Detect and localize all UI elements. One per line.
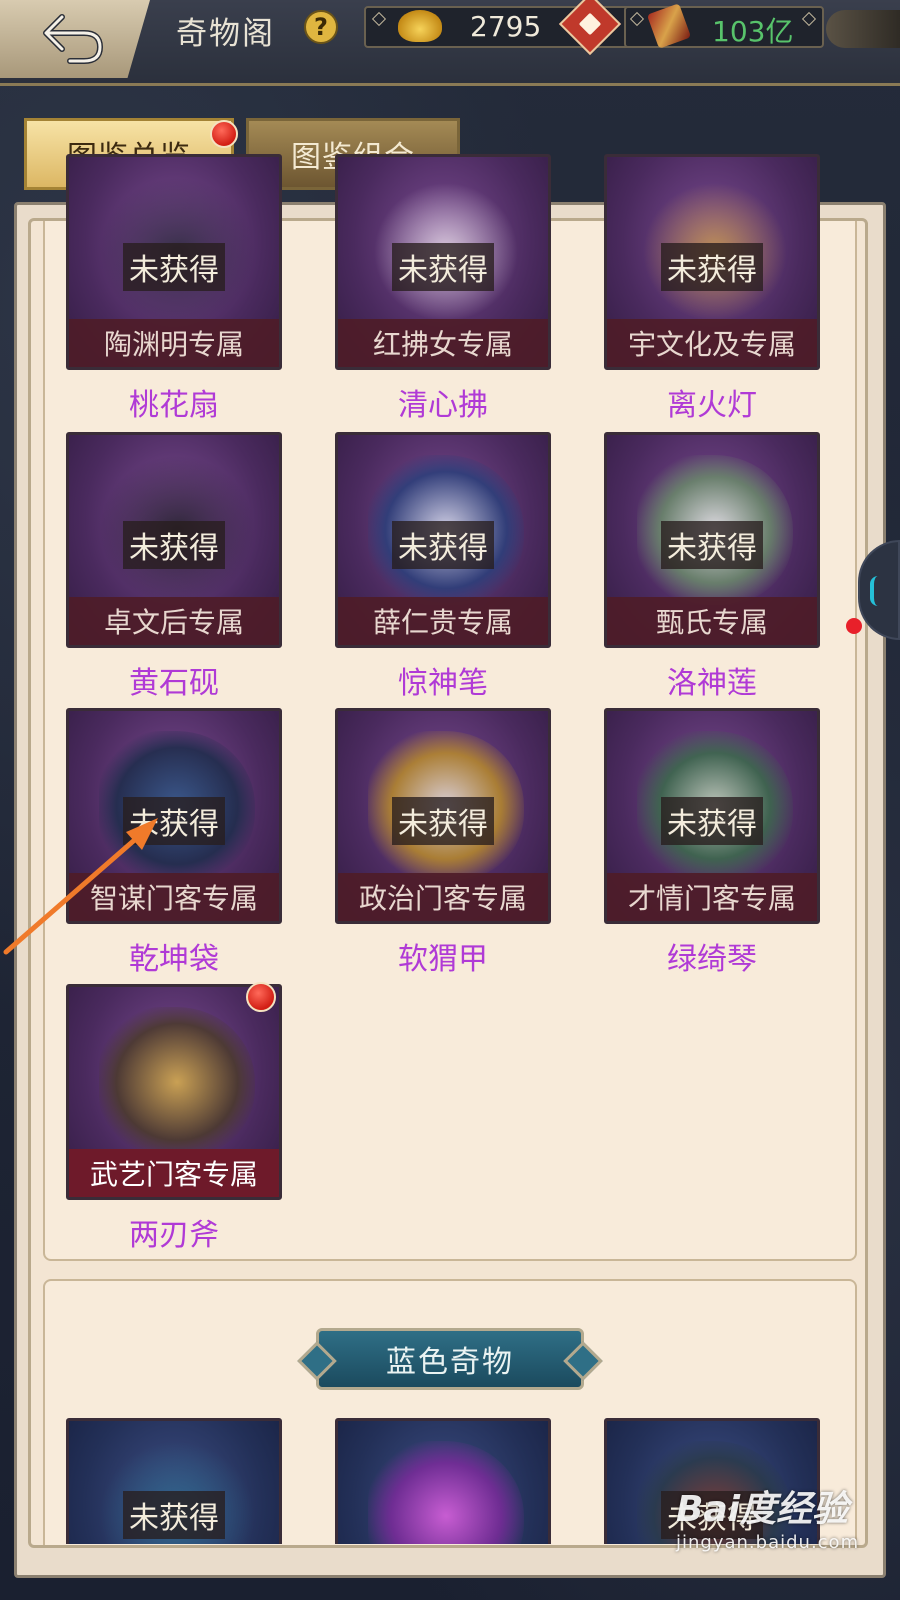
notification-badge: [210, 120, 238, 148]
item-status-label: 未获得: [661, 521, 763, 569]
item-status-label: 未获得: [123, 1491, 225, 1539]
item-card[interactable]: 未获得 宇文化及专属: [604, 154, 820, 370]
item-status-label: 未获得: [661, 797, 763, 845]
item-status-label: 未获得: [392, 243, 494, 291]
item-status-label: 未获得: [392, 521, 494, 569]
watermark-url: jingyan.baidu.com: [676, 1532, 860, 1553]
item-card[interactable]: 未获得 卓文后专属: [66, 432, 282, 648]
item-name: 洛神莲: [667, 666, 757, 701]
watermark-brand: Bai度经验: [676, 1489, 849, 1530]
item-name: 清心拂: [398, 388, 488, 423]
item-owner-label: 卓文后专属: [69, 597, 279, 645]
item-name: 黄石砚: [129, 666, 219, 701]
item-owner-label: 政治门客专属: [338, 873, 548, 921]
back-button[interactable]: [0, 0, 150, 78]
item-name: 绿绮琴: [667, 942, 757, 977]
item-name: 软猬甲: [398, 942, 488, 977]
item-artwork: [368, 1441, 524, 1544]
gold-ingot-icon: [398, 10, 442, 42]
item-owner-label: 才情门客专属: [607, 873, 817, 921]
item-owner-label: 陶渊明专属: [69, 319, 279, 367]
blue-item-clip: [335, 1418, 551, 1544]
notification-badge: [846, 618, 862, 634]
blue-item-card[interactable]: [335, 1418, 551, 1544]
item-card[interactable]: 未获得 才情门客专属: [604, 708, 820, 924]
annotation-arrow: [3, 818, 158, 955]
item-card[interactable]: 未获得 甄氏专属: [604, 432, 820, 648]
help-icon[interactable]: ?: [304, 10, 338, 44]
item-card[interactable]: 未获得 政治门客专属: [335, 708, 551, 924]
item-owner-label: 武艺门客专属: [69, 1149, 279, 1197]
section-title-blue: 蓝色奇物: [316, 1328, 584, 1390]
item-card[interactable]: 未获得 薛仁贵专属: [335, 432, 551, 648]
blue-item-clip: 未获得: [66, 1418, 282, 1544]
blue-item-card[interactable]: 未获得: [66, 1418, 282, 1544]
item-owner-label: 薛仁贵专属: [338, 597, 548, 645]
item-artwork: [99, 1007, 255, 1157]
gold-value: 2795: [470, 10, 542, 43]
item-owner-label: 红拂女专属: [338, 319, 548, 367]
item-status-label: 未获得: [123, 521, 225, 569]
item-status-label: 未获得: [661, 243, 763, 291]
notification-badge: [246, 982, 276, 1012]
item-name: 两刃斧: [129, 1218, 219, 1253]
item-owner-label: 甄氏专属: [607, 597, 817, 645]
item-card[interactable]: 未获得 陶渊明专属: [66, 154, 282, 370]
watermark: Bai度经验 jingyan.baidu.com: [676, 1480, 896, 1580]
item-name: 桃花扇: [129, 388, 219, 423]
item-owner-label: 宇文化及专属: [607, 319, 817, 367]
cloud-ornament: [826, 10, 900, 48]
item-card[interactable]: 武艺门客专属: [66, 984, 282, 1200]
item-name: 离火灯: [667, 388, 757, 423]
item-status-label: 未获得: [392, 797, 494, 845]
page-title: 奇物阁: [176, 16, 275, 52]
back-arrow-icon: [43, 14, 104, 64]
item-name: 惊神笔: [398, 666, 488, 701]
item-card[interactable]: 未获得 红拂女专属: [335, 154, 551, 370]
fame-value: 103亿: [712, 15, 794, 48]
item-status-label: 未获得: [123, 243, 225, 291]
